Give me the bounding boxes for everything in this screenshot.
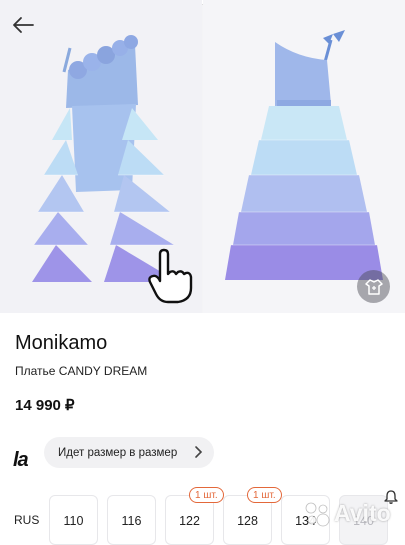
avito-watermark: Avito — [304, 500, 391, 527]
size-option-110[interactable]: 110 — [49, 495, 98, 545]
back-arrow-icon — [13, 17, 34, 33]
back-button[interactable] — [8, 10, 38, 40]
dress-back-image — [203, 0, 405, 313]
stock-badge-122: 1 шт. — [189, 487, 224, 503]
avito-logo-icon — [305, 502, 330, 526]
size-option-116[interactable]: 116 — [107, 495, 156, 545]
product-gallery[interactable] — [0, 0, 405, 313]
swipe-hand-icon — [148, 248, 193, 304]
wardrobe-fit-button[interactable] — [357, 270, 390, 303]
size-fit-label: Идет размер в размер — [58, 446, 178, 459]
product-price: 14 990 ₽ — [15, 397, 75, 414]
product-photo-back[interactable] — [203, 0, 405, 313]
store-logo: la — [13, 449, 29, 471]
product-subtitle: Платье CANDY DREAM — [15, 364, 148, 378]
wardrobe-fit-icon — [364, 278, 383, 295]
chevron-right-icon — [195, 446, 203, 458]
product-brand[interactable]: Monikamo — [15, 332, 107, 355]
avito-watermark-text: Avito — [334, 500, 391, 526]
size-fit-chip[interactable]: Идет размер в размер — [44, 437, 214, 468]
stock-badge-128: 1 шт. — [247, 487, 282, 503]
size-region-label: RUS — [14, 513, 40, 527]
